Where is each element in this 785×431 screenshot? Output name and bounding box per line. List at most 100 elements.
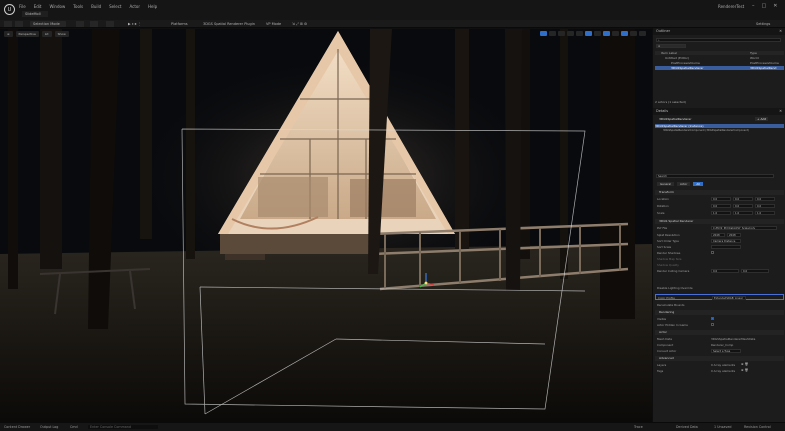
- level-viewport[interactable]: ≡ Perspective Lit Show: [0, 29, 652, 422]
- grid-size-icon[interactable]: [594, 31, 601, 36]
- actor-name[interactable]: 3DGSSpatialRenderer: [659, 117, 691, 121]
- scale-snap-icon[interactable]: [621, 31, 628, 36]
- menu-window[interactable]: Window: [49, 4, 65, 9]
- culling-far[interactable]: 0.0: [741, 269, 769, 273]
- outliner-row[interactable]: Untitled (Editor) World: [655, 56, 784, 60]
- menu-help[interactable]: Help: [148, 4, 157, 9]
- trace-button[interactable]: Trace: [634, 425, 643, 429]
- splat-resolution-y[interactable]: 2048: [727, 233, 741, 237]
- viewport-menu-icon[interactable]: ≡: [4, 31, 13, 37]
- maximize-viewport-icon[interactable]: [639, 31, 646, 36]
- console-input[interactable]: Enter Console Command: [88, 425, 158, 429]
- grid-snap-icon[interactable]: [585, 31, 592, 36]
- color-profile-row[interactable]: Color Profile ExtendedSRGB_Linear: [655, 294, 784, 300]
- blueprint-icon[interactable]: [90, 21, 98, 27]
- section-advanced[interactable]: Advanced: [655, 356, 784, 361]
- component-child[interactable]: 3DGSSpatialRendererComponent (3DGSSpatia…: [655, 129, 784, 133]
- menu-edit[interactable]: Edit: [34, 4, 42, 9]
- section-transform[interactable]: Transform: [655, 190, 784, 195]
- save-icon[interactable]: [4, 21, 12, 27]
- scale-z[interactable]: 1.0: [755, 211, 775, 215]
- col-item-label[interactable]: Item Label: [661, 51, 677, 55]
- cmd-dropdown[interactable]: Cmd: [70, 425, 78, 429]
- outliner-search-input[interactable]: ⌕: [656, 38, 781, 42]
- rotation-x[interactable]: 0.0: [711, 204, 731, 208]
- add-component-button[interactable]: + Add: [755, 117, 769, 121]
- tab-all[interactable]: All: [693, 182, 703, 186]
- play-controls[interactable]: ▶ ⏸ ⏹ ⋮: [128, 21, 141, 27]
- section-rendering[interactable]: Rendering: [655, 310, 784, 315]
- add-tag-icon[interactable]: ⊕ 🗑: [741, 368, 748, 372]
- cinematics-icon[interactable]: [106, 21, 114, 27]
- component-root[interactable]: 3DGSSpatialRenderer (Instance): [655, 124, 784, 128]
- selection-mode-dropdown[interactable]: Selection Mode: [30, 21, 66, 27]
- sort-mode-label: Sort Order Type: [657, 239, 679, 243]
- revision-control-button[interactable]: Revision Control: [744, 425, 771, 429]
- platforms-dropdown[interactable]: Platforms: [171, 21, 188, 27]
- shadow-checkbox[interactable]: [711, 251, 714, 254]
- menu-file[interactable]: File: [19, 4, 26, 9]
- culling-near[interactable]: 0.0: [711, 269, 739, 273]
- rotation-snap-icon[interactable]: [603, 31, 610, 36]
- hidden-checkbox[interactable]: [711, 323, 714, 326]
- add-element-icon[interactable]: ⊕ 🗑: [741, 362, 748, 366]
- rotation-size-icon[interactable]: [612, 31, 619, 36]
- map-tab[interactable]: SlideMoll: [22, 11, 48, 17]
- content-icon[interactable]: [15, 21, 23, 27]
- translate-tool-icon[interactable]: [549, 31, 556, 36]
- details-tabs: General Actor All: [657, 182, 703, 186]
- outliner-row[interactable]: PostProcessVolume PostProcessVolume: [655, 61, 784, 65]
- location-y[interactable]: 0.0: [733, 197, 753, 201]
- splat-resolution-x[interactable]: 2048: [711, 233, 725, 237]
- outliner-row-selected[interactable]: 3DGSSpatialRenderer 3DGSSpatialRend: [655, 66, 784, 70]
- output-log-button[interactable]: Output Log: [40, 425, 58, 429]
- section-actor[interactable]: Actor: [655, 330, 784, 335]
- scale-x[interactable]: 1.0: [711, 211, 731, 215]
- world-space-icon[interactable]: [576, 31, 583, 36]
- select-tool-icon[interactable]: [540, 31, 547, 36]
- unreal-logo-icon[interactable]: U: [4, 4, 15, 15]
- show-button[interactable]: Show: [54, 31, 69, 37]
- sort-scale-field[interactable]: [711, 245, 741, 249]
- menu-build[interactable]: Build: [91, 4, 101, 9]
- minimize-icon[interactable]: –: [752, 3, 755, 9]
- add-actor-icon[interactable]: [76, 21, 84, 27]
- perspective-button[interactable]: Perspective: [15, 31, 39, 37]
- menu-select[interactable]: Select: [109, 4, 121, 9]
- outliner-filter-button[interactable]: ≡: [656, 44, 686, 48]
- close-icon[interactable]: ✕: [779, 108, 782, 115]
- sort-mode-dropdown[interactable]: Camera Distance: [711, 239, 741, 243]
- section-spatial-renderer[interactable]: 3DGS Spatial Renderer: [655, 219, 784, 224]
- visible-checkbox[interactable]: [711, 317, 714, 320]
- ply-file-field[interactable]: C:/PLY2_PLY/CabinPLY_Scaled.ply: [711, 226, 777, 230]
- toolbar-extra-icons[interactable]: ⇲ ⤢ ⊞ ⚙: [292, 21, 307, 27]
- location-z[interactable]: 0.0: [755, 197, 775, 201]
- details-search-input[interactable]: Search: [656, 174, 774, 178]
- vp-mode-dropdown[interactable]: VP Mode: [266, 21, 281, 27]
- derived-data-button[interactable]: Derived Data: [676, 425, 698, 429]
- scale-tool-icon[interactable]: [567, 31, 574, 36]
- lit-button[interactable]: Lit: [41, 31, 52, 37]
- tab-actor[interactable]: Actor: [677, 182, 691, 186]
- content-drawer-button[interactable]: Content Drawer: [4, 425, 30, 429]
- maximize-icon[interactable]: □: [762, 3, 767, 9]
- scale-y[interactable]: 1.0: [733, 211, 753, 215]
- camera-speed-icon[interactable]: [630, 31, 637, 36]
- location-x[interactable]: 0.0: [711, 197, 731, 201]
- close-icon[interactable]: ✕: [773, 3, 777, 9]
- settings-button[interactable]: Settings: [756, 21, 770, 27]
- tab-general[interactable]: General: [657, 182, 675, 186]
- menu-tools[interactable]: Tools: [73, 4, 83, 9]
- menu-actor[interactable]: Actor: [129, 4, 140, 9]
- rotation-z[interactable]: 0.0: [755, 204, 775, 208]
- rotation-y[interactable]: 0.0: [733, 204, 753, 208]
- rotate-tool-icon[interactable]: [558, 31, 565, 36]
- title-bar: U File Edit Window Tools Build Select Ac…: [0, 0, 785, 20]
- unsaved-button[interactable]: 1 Unsaved: [714, 425, 731, 429]
- plugin-button[interactable]: 3DGS Spatial Renderer Plugin: [203, 21, 255, 27]
- col-type[interactable]: Type: [750, 51, 757, 55]
- close-icon[interactable]: ✕: [779, 28, 782, 35]
- color-profile-dropdown[interactable]: ExtendedSRGB_Linear: [712, 295, 746, 300]
- layers-label: Layers: [657, 363, 667, 367]
- convert-dropdown[interactable]: Select a Type: [711, 349, 741, 353]
